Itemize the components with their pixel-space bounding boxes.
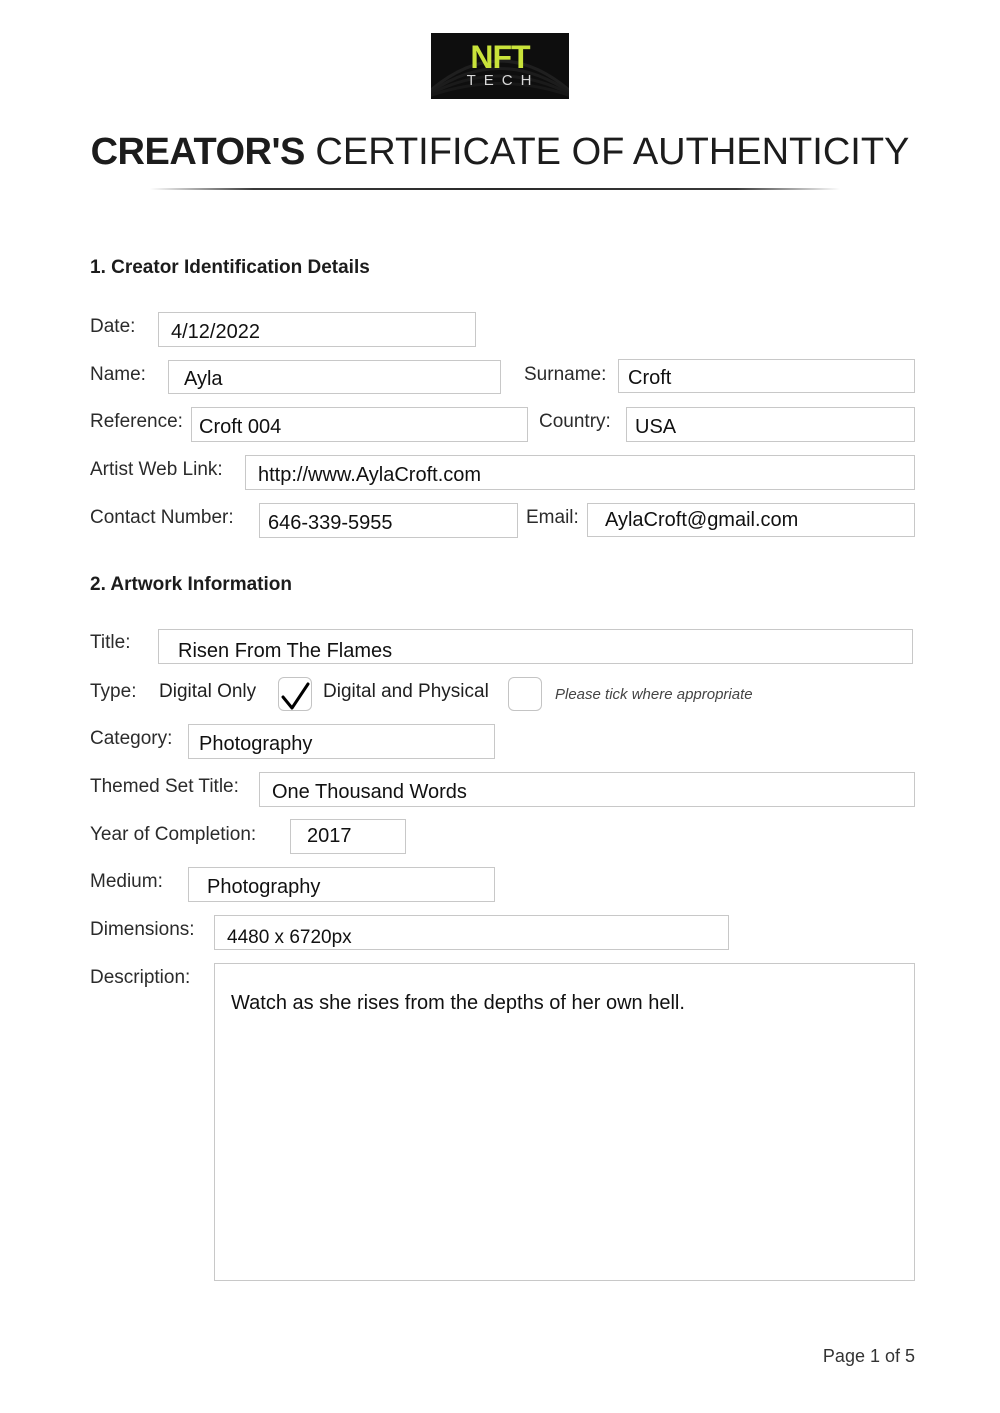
contact-number-field[interactable]: 646-339-5955: [259, 503, 518, 538]
year-of-completion-value: 2017: [307, 825, 352, 847]
medium-label: Medium:: [90, 871, 163, 892]
surname-field[interactable]: Croft: [618, 359, 915, 393]
themed-set-title-label: Themed Set Title:: [90, 776, 239, 797]
reference-value: Croft 004: [199, 416, 282, 438]
nft-tech-logo: NFT TECH: [431, 33, 569, 99]
page-indicator: Page 1 of 5: [822, 1346, 915, 1366]
digital-and-physical-checkbox[interactable]: [508, 677, 542, 711]
document-title-bold: CREATOR'S: [90, 131, 306, 173]
surname-value: Croft: [628, 367, 672, 389]
web-link-value: http://www.AylaCroft.com: [258, 464, 482, 486]
country-label: Country:: [539, 411, 611, 432]
web-link-field[interactable]: http://www.AylaCroft.com: [245, 455, 915, 490]
country-field[interactable]: USA: [626, 407, 915, 442]
type-hint: Please tick where appropriate: [555, 686, 753, 703]
category-label: Category:: [90, 728, 173, 749]
themed-set-title-value: One Thousand Words: [272, 781, 467, 803]
type-option-digital-only-label: Digital Only: [159, 681, 257, 702]
dimensions-field[interactable]: 4480 x 6720px: [214, 915, 729, 950]
reference-label: Reference:: [90, 411, 183, 432]
category-field[interactable]: Photography: [188, 724, 495, 759]
date-value: 4/12/2022: [171, 321, 260, 343]
themed-set-title-field[interactable]: One Thousand Words: [259, 772, 915, 807]
name-field[interactable]: Ayla: [168, 360, 501, 394]
dimensions-value: 4480 x 6720px: [227, 927, 352, 948]
contact-number-value: 646-339-5955: [268, 512, 393, 534]
description-label: Description:: [90, 967, 191, 988]
dimensions-label: Dimensions:: [90, 919, 195, 940]
surname-label: Surname:: [524, 364, 607, 385]
year-of-completion-label: Year of Completion:: [90, 824, 257, 845]
description-value: Watch as she rises from the depths of he…: [231, 992, 685, 1014]
name-label: Name:: [90, 364, 146, 385]
category-value: Photography: [199, 733, 313, 755]
logo-brand-nft: NFT: [470, 39, 530, 75]
email-field[interactable]: AylaCroft@gmail.com: [587, 503, 915, 537]
medium-field[interactable]: Photography: [188, 867, 495, 902]
contact-number-label: Contact Number:: [90, 507, 234, 528]
logo-brand-tech: TECH: [466, 72, 540, 89]
type-option-digital-physical-label: Digital and Physical: [323, 681, 489, 702]
date-label: Date:: [90, 316, 136, 337]
year-of-completion-field[interactable]: 2017: [290, 819, 406, 854]
document-title: CREATOR'S CERTIFICATE OF AUTHENTICITY: [0, 128, 1000, 176]
email-value: AylaCroft@gmail.com: [605, 508, 799, 531]
web-link-label: Artist Web Link:: [90, 459, 223, 480]
email-label: Email:: [526, 507, 579, 528]
section-heading-artwork-info: 2. Artwork Information: [90, 574, 292, 595]
name-value: Ayla: [184, 368, 223, 390]
title-field[interactable]: Risen From The Flames: [158, 629, 913, 664]
title-value: Risen From The Flames: [178, 640, 393, 662]
reference-field[interactable]: Croft 004: [191, 407, 528, 442]
checkmark-icon: [281, 682, 310, 710]
country-value: USA: [635, 416, 677, 438]
section-heading-creator-details: 1. Creator Identification Details: [90, 257, 370, 278]
document-title-light: CERTIFICATE OF AUTHENTICITY: [315, 131, 910, 173]
type-label: Type:: [90, 681, 137, 702]
medium-value: Photography: [207, 876, 321, 898]
date-field[interactable]: 4/12/2022: [158, 312, 476, 347]
title-label: Title:: [90, 632, 131, 653]
digital-only-checkbox[interactable]: [278, 677, 312, 711]
description-field[interactable]: Watch as she rises from the depths of he…: [214, 963, 915, 1281]
title-divider: [150, 188, 840, 190]
